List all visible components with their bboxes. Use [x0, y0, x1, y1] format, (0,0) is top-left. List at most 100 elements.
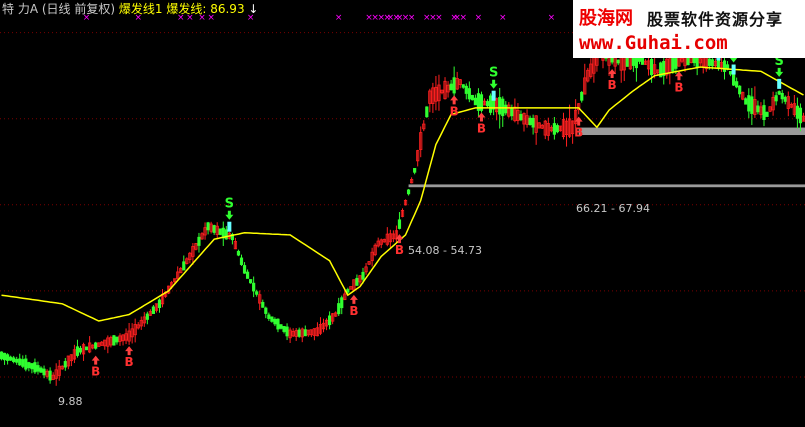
candle-body: [9, 356, 13, 361]
buy-arrow-icon: [450, 95, 459, 105]
candle-body: [2, 352, 7, 361]
buy-signal-label: B: [125, 355, 134, 369]
down-arrow-icon: ↓: [248, 2, 259, 16]
buy-signal-label: B: [450, 104, 459, 118]
candle-body: [762, 105, 766, 120]
buy-arrow-icon: [349, 294, 358, 304]
candle-body: [795, 105, 800, 119]
candle-body: [464, 85, 468, 94]
indicator2-label: 爆发线:: [166, 2, 207, 16]
candles: [0, 41, 805, 386]
candle-body: [33, 362, 37, 373]
period-label: (日线 前复权): [41, 2, 116, 16]
x-marker: ×: [459, 13, 467, 23]
candle-body: [413, 168, 417, 173]
stock-chart: ×××××××××××××××××××××××××× BBBBBBBBBSSSS…: [0, 0, 805, 427]
candle-body: [242, 265, 247, 274]
x-marker: ×: [499, 13, 507, 23]
candle-body: [397, 219, 402, 229]
candle-body: [218, 228, 222, 235]
candle-body: [337, 303, 341, 315]
candle-body: [488, 95, 493, 113]
candle-body: [707, 58, 711, 66]
stock-title: 特 力A: [2, 2, 39, 16]
candle-body: [112, 335, 116, 346]
candle-body: [555, 125, 560, 133]
candle-body: [461, 84, 465, 88]
sell-marker-bar: [777, 78, 782, 89]
sell-signal-label: S: [225, 197, 234, 212]
candle-body: [346, 289, 350, 293]
support-zone: [408, 184, 805, 188]
candle-body: [36, 365, 40, 372]
candle-body: [783, 96, 787, 102]
candle-body: [552, 123, 556, 135]
sell-arrow-icon: [489, 79, 498, 89]
candle-body: [151, 306, 156, 314]
buy-signal-label: B: [477, 122, 486, 136]
candle-body: [5, 354, 10, 361]
candle-body: [580, 91, 584, 101]
candle-body: [361, 271, 365, 280]
candle-body: [197, 236, 201, 246]
x-marker: ×: [335, 13, 343, 23]
buy-signal-label: B: [674, 80, 683, 94]
candle-body: [24, 358, 28, 370]
candle-body: [303, 329, 307, 337]
candle-body: [39, 367, 43, 373]
candle-body: [12, 357, 16, 363]
candle-body: [261, 301, 265, 308]
candle-body: [42, 368, 46, 376]
sell-signal-label: S: [489, 66, 498, 81]
candle-body: [94, 342, 98, 349]
candle-body: [279, 324, 283, 329]
candle-body: [157, 299, 162, 309]
candle-body: [206, 222, 210, 231]
buy-signal-label: B: [574, 126, 583, 140]
candle-body: [452, 77, 456, 94]
candle-body: [282, 326, 286, 332]
sell-arrow-icon: [775, 67, 784, 77]
candle-body: [531, 117, 535, 128]
candle-body: [63, 361, 67, 368]
candle-body: [710, 59, 714, 67]
candle-body: [276, 318, 280, 330]
candle-body: [716, 59, 721, 70]
grid-lines: [0, 32, 805, 378]
buy-signal-label: B: [91, 365, 100, 379]
candle-body: [78, 347, 83, 353]
candle-body: [744, 98, 748, 105]
indicator2-value: 86.93: [210, 2, 245, 16]
candle-body: [728, 71, 733, 75]
zone1-label: 54.08 - 54.73: [408, 244, 482, 257]
candle-body: [756, 105, 760, 113]
candle-body: [84, 346, 89, 351]
candle-body: [750, 96, 754, 114]
candle-body: [674, 56, 678, 69]
candle-body: [75, 346, 80, 356]
candle-body: [425, 106, 429, 118]
candle-body: [671, 56, 675, 72]
candle-body: [273, 318, 277, 325]
candle-body: [738, 85, 742, 95]
trade-signals: BBBBBBBBBSSSSSS: [91, 18, 784, 379]
buy-signal-label: B: [349, 304, 358, 318]
candle-body: [212, 225, 216, 233]
candle-body: [780, 92, 784, 100]
candlestick-chart: ×××××××××××××××××××××××××× BBBBBBBBBSSSS…: [0, 13, 805, 386]
brand-url: www.Guhai.com: [579, 32, 728, 54]
candle-body: [616, 59, 620, 64]
candle-body: [252, 282, 256, 292]
yellow-line-series: [1, 66, 804, 322]
x-marker: ×: [548, 13, 556, 23]
candle-body: [327, 315, 332, 326]
candle-body: [255, 291, 259, 295]
chart-header: 特 力A (日线 前复权) 爆发线1 爆发线: 86.93 ↓: [2, 0, 258, 17]
candle-body: [519, 114, 523, 121]
candle-body: [735, 81, 739, 88]
candle-body: [15, 358, 19, 363]
candle-body: [18, 358, 22, 366]
candle-body: [470, 94, 474, 101]
candle-body: [774, 95, 778, 102]
candle-body: [467, 88, 471, 100]
